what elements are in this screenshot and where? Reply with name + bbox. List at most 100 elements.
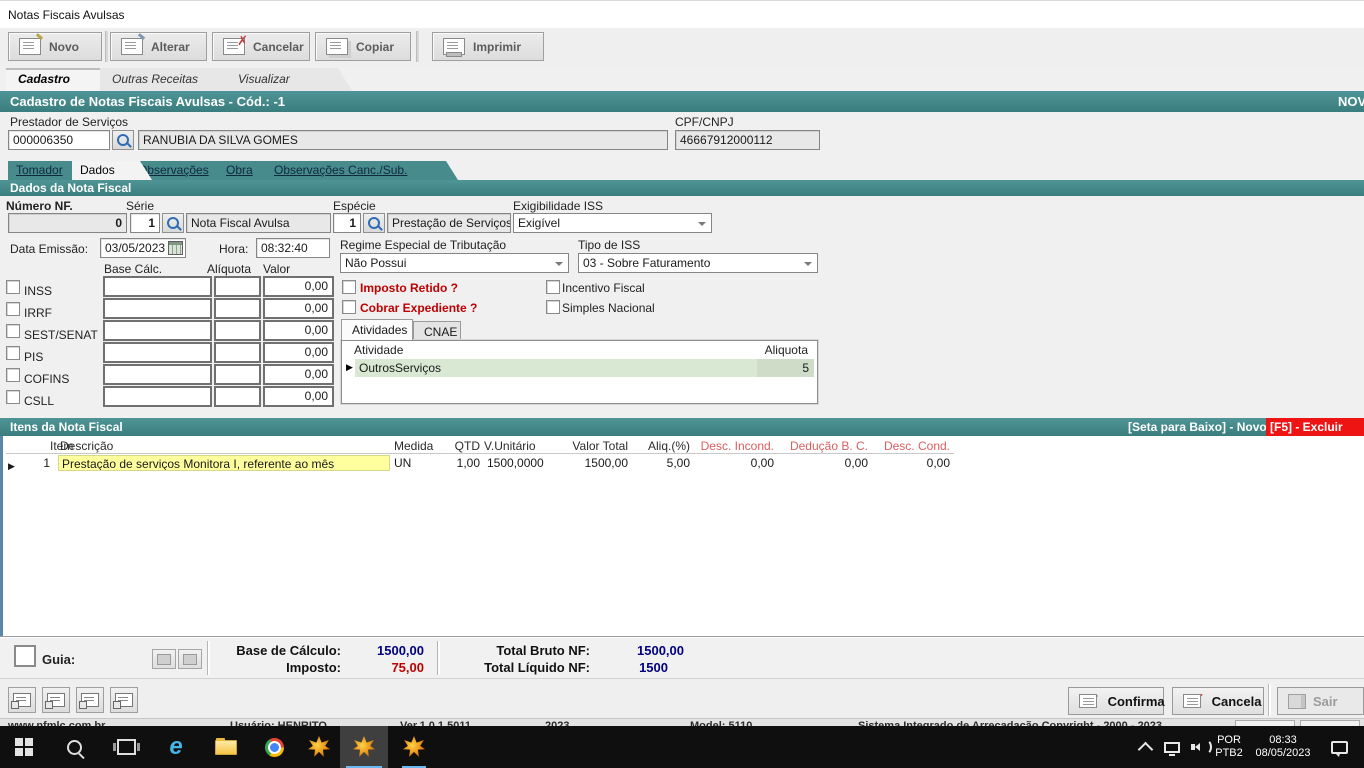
taskbar-file-explorer[interactable] <box>208 726 244 768</box>
serie-label: Série <box>126 199 154 213</box>
irrf-label: IRRF <box>24 306 52 320</box>
tab-visualizar[interactable]: Visualizar <box>226 68 352 91</box>
cofins-base-input[interactable] <box>103 364 212 385</box>
csll-aliquota-input[interactable] <box>214 386 261 407</box>
nav-prev-button[interactable] <box>42 687 70 713</box>
row-marker-icon: ▶ <box>8 458 20 474</box>
irrf-valor-input[interactable]: 0,00 <box>263 298 334 319</box>
inss-checkbox[interactable] <box>6 280 20 294</box>
csll-label: CSLL <box>24 394 54 408</box>
simples-nacional-checkbox[interactable] <box>546 300 560 314</box>
tab-atividades[interactable]: Atividades <box>341 319 413 340</box>
nav-next-button[interactable] <box>76 687 104 713</box>
irrf-aliquota-input[interactable] <box>214 298 261 319</box>
action-center-button[interactable] <box>1322 726 1356 768</box>
itens-section-header: Itens da Nota Fiscal [Seta para Baixo] -… <box>0 418 1364 436</box>
form-header-bar: Cadastro de Notas Fiscais Avulsas - Cód.… <box>0 91 1364 112</box>
sair-button[interactable]: Sair <box>1277 687 1364 715</box>
col-v-unitario: V.Unitário <box>484 438 552 454</box>
numero-nf-input[interactable]: 0 <box>8 213 127 233</box>
sest-senat-valor-input[interactable]: 0,00 <box>263 320 334 341</box>
serie-input[interactable]: 1 <box>130 213 160 233</box>
alterar-button[interactable]: Alterar <box>110 32 207 61</box>
row-marker-icon: ▶ <box>346 362 353 373</box>
nav-last-button[interactable] <box>110 687 138 713</box>
cofins-aliquota-input[interactable] <box>214 364 261 385</box>
app-window: Notas Fiscais Avulsas Novo Alterar Cance… <box>0 0 1364 768</box>
item-row[interactable]: ▶ 1 Prestação de serviços Monitora I, re… <box>0 455 1364 472</box>
novo-button[interactable]: Novo <box>8 32 102 61</box>
taskbar-ie[interactable]: e <box>158 726 194 768</box>
pis-aliquota-input[interactable] <box>214 342 261 363</box>
atividade-row[interactable]: ▶ OutrosServiços 5 <box>343 359 816 377</box>
hora-input[interactable]: 08:32:40 <box>256 238 330 258</box>
tab-dados[interactable]: Dados <box>72 161 152 180</box>
prestador-search-button[interactable] <box>112 130 134 150</box>
tray-expand-button[interactable] <box>1132 726 1158 768</box>
pis-valor-input[interactable]: 0,00 <box>263 342 334 363</box>
especie-input[interactable]: 1 <box>333 213 361 233</box>
csll-valor-input[interactable]: 0,00 <box>263 386 334 407</box>
cofins-checkbox[interactable] <box>6 368 20 382</box>
copiar-icon <box>326 38 348 55</box>
csll-checkbox[interactable] <box>6 390 20 404</box>
col-deducao-bc: Dedução B. C. <box>778 438 868 454</box>
guia-checkbox[interactable] <box>14 645 36 667</box>
inner-tab-strip: Tomador Dados Observações Obra Observaçõ… <box>0 160 1364 180</box>
language-indicator[interactable]: POR PTB2 <box>1208 726 1250 768</box>
total-liquido-value: 1500 <box>596 660 668 675</box>
inss-base-input[interactable] <box>103 276 212 297</box>
totals-panel: Guia: Base de Cálculo: 1500,00 Imposto: … <box>0 636 1364 680</box>
pis-checkbox[interactable] <box>6 346 20 360</box>
internet-explorer-icon: e <box>169 737 182 757</box>
prestador-code-input[interactable]: 000006350 <box>8 130 110 150</box>
irrf-checkbox[interactable] <box>6 302 20 316</box>
clock-time: 08:33 <box>1255 734 1310 747</box>
network-tray-icon[interactable] <box>1158 726 1186 768</box>
cancelar-label: Cancelar <box>253 40 304 54</box>
taskbar-search-button[interactable] <box>56 726 92 768</box>
cancelar-button[interactable]: Cancelar <box>212 32 310 61</box>
copiar-button[interactable]: Copiar <box>315 32 411 61</box>
taskbar-app-1[interactable] <box>300 726 338 768</box>
exit-icon <box>1288 694 1306 709</box>
atividade-name: OutrosServiços <box>355 359 757 377</box>
taskbar-chrome[interactable] <box>256 726 292 768</box>
tab-observacoes-canc[interactable]: Observações Canc./Sub. <box>266 161 458 180</box>
guia-print-button[interactable] <box>178 649 202 669</box>
imposto-retido-checkbox[interactable] <box>342 280 356 294</box>
calendar-icon[interactable] <box>168 241 183 255</box>
taskbar-app-3[interactable] <box>392 726 436 768</box>
sest-senat-checkbox[interactable] <box>6 324 20 338</box>
search-icon <box>117 134 129 146</box>
cofins-valor-input[interactable]: 0,00 <box>263 364 334 385</box>
taskbar-app-2-active[interactable] <box>340 726 388 768</box>
especie-search-button[interactable] <box>363 213 385 233</box>
regime-select[interactable]: Não Possui <box>340 253 569 273</box>
tab-cnae[interactable]: CNAE <box>413 321 461 340</box>
incentivo-fiscal-checkbox[interactable] <box>546 280 560 294</box>
nav-first-button[interactable] <box>8 687 36 713</box>
confirma-button[interactable]: ✓ Confirma <box>1068 687 1164 715</box>
start-button[interactable] <box>6 726 42 768</box>
guia-view-button[interactable] <box>152 649 176 669</box>
base-calc-header: Base Cálc. <box>104 262 162 276</box>
hint-f5-excluir: [F5] - Excluir <box>1266 418 1364 436</box>
app-icon <box>308 736 330 758</box>
cobrar-expediente-checkbox[interactable] <box>342 300 356 314</box>
task-view-button[interactable] <box>108 726 144 768</box>
pis-base-input[interactable] <box>103 342 212 363</box>
tipo-iss-select[interactable]: 03 - Sobre Faturamento <box>578 253 818 273</box>
inss-aliquota-input[interactable] <box>214 276 261 297</box>
csll-base-input[interactable] <box>103 386 212 407</box>
exigibilidade-select[interactable]: Exigível <box>513 213 712 233</box>
prestador-name-field: RANUBIA DA SILVA GOMES <box>138 130 668 150</box>
cancela-button[interactable]: ✗ Cancela <box>1172 687 1264 715</box>
inss-valor-input[interactable]: 0,00 <box>263 276 334 297</box>
sest-senat-base-input[interactable] <box>103 320 212 341</box>
imprimir-button[interactable]: Imprimir <box>432 32 544 61</box>
serie-search-button[interactable] <box>162 213 184 233</box>
irrf-base-input[interactable] <box>103 298 212 319</box>
clock[interactable]: 08:33 08/05/2023 <box>1250 726 1316 768</box>
sest-senat-aliquota-input[interactable] <box>214 320 261 341</box>
